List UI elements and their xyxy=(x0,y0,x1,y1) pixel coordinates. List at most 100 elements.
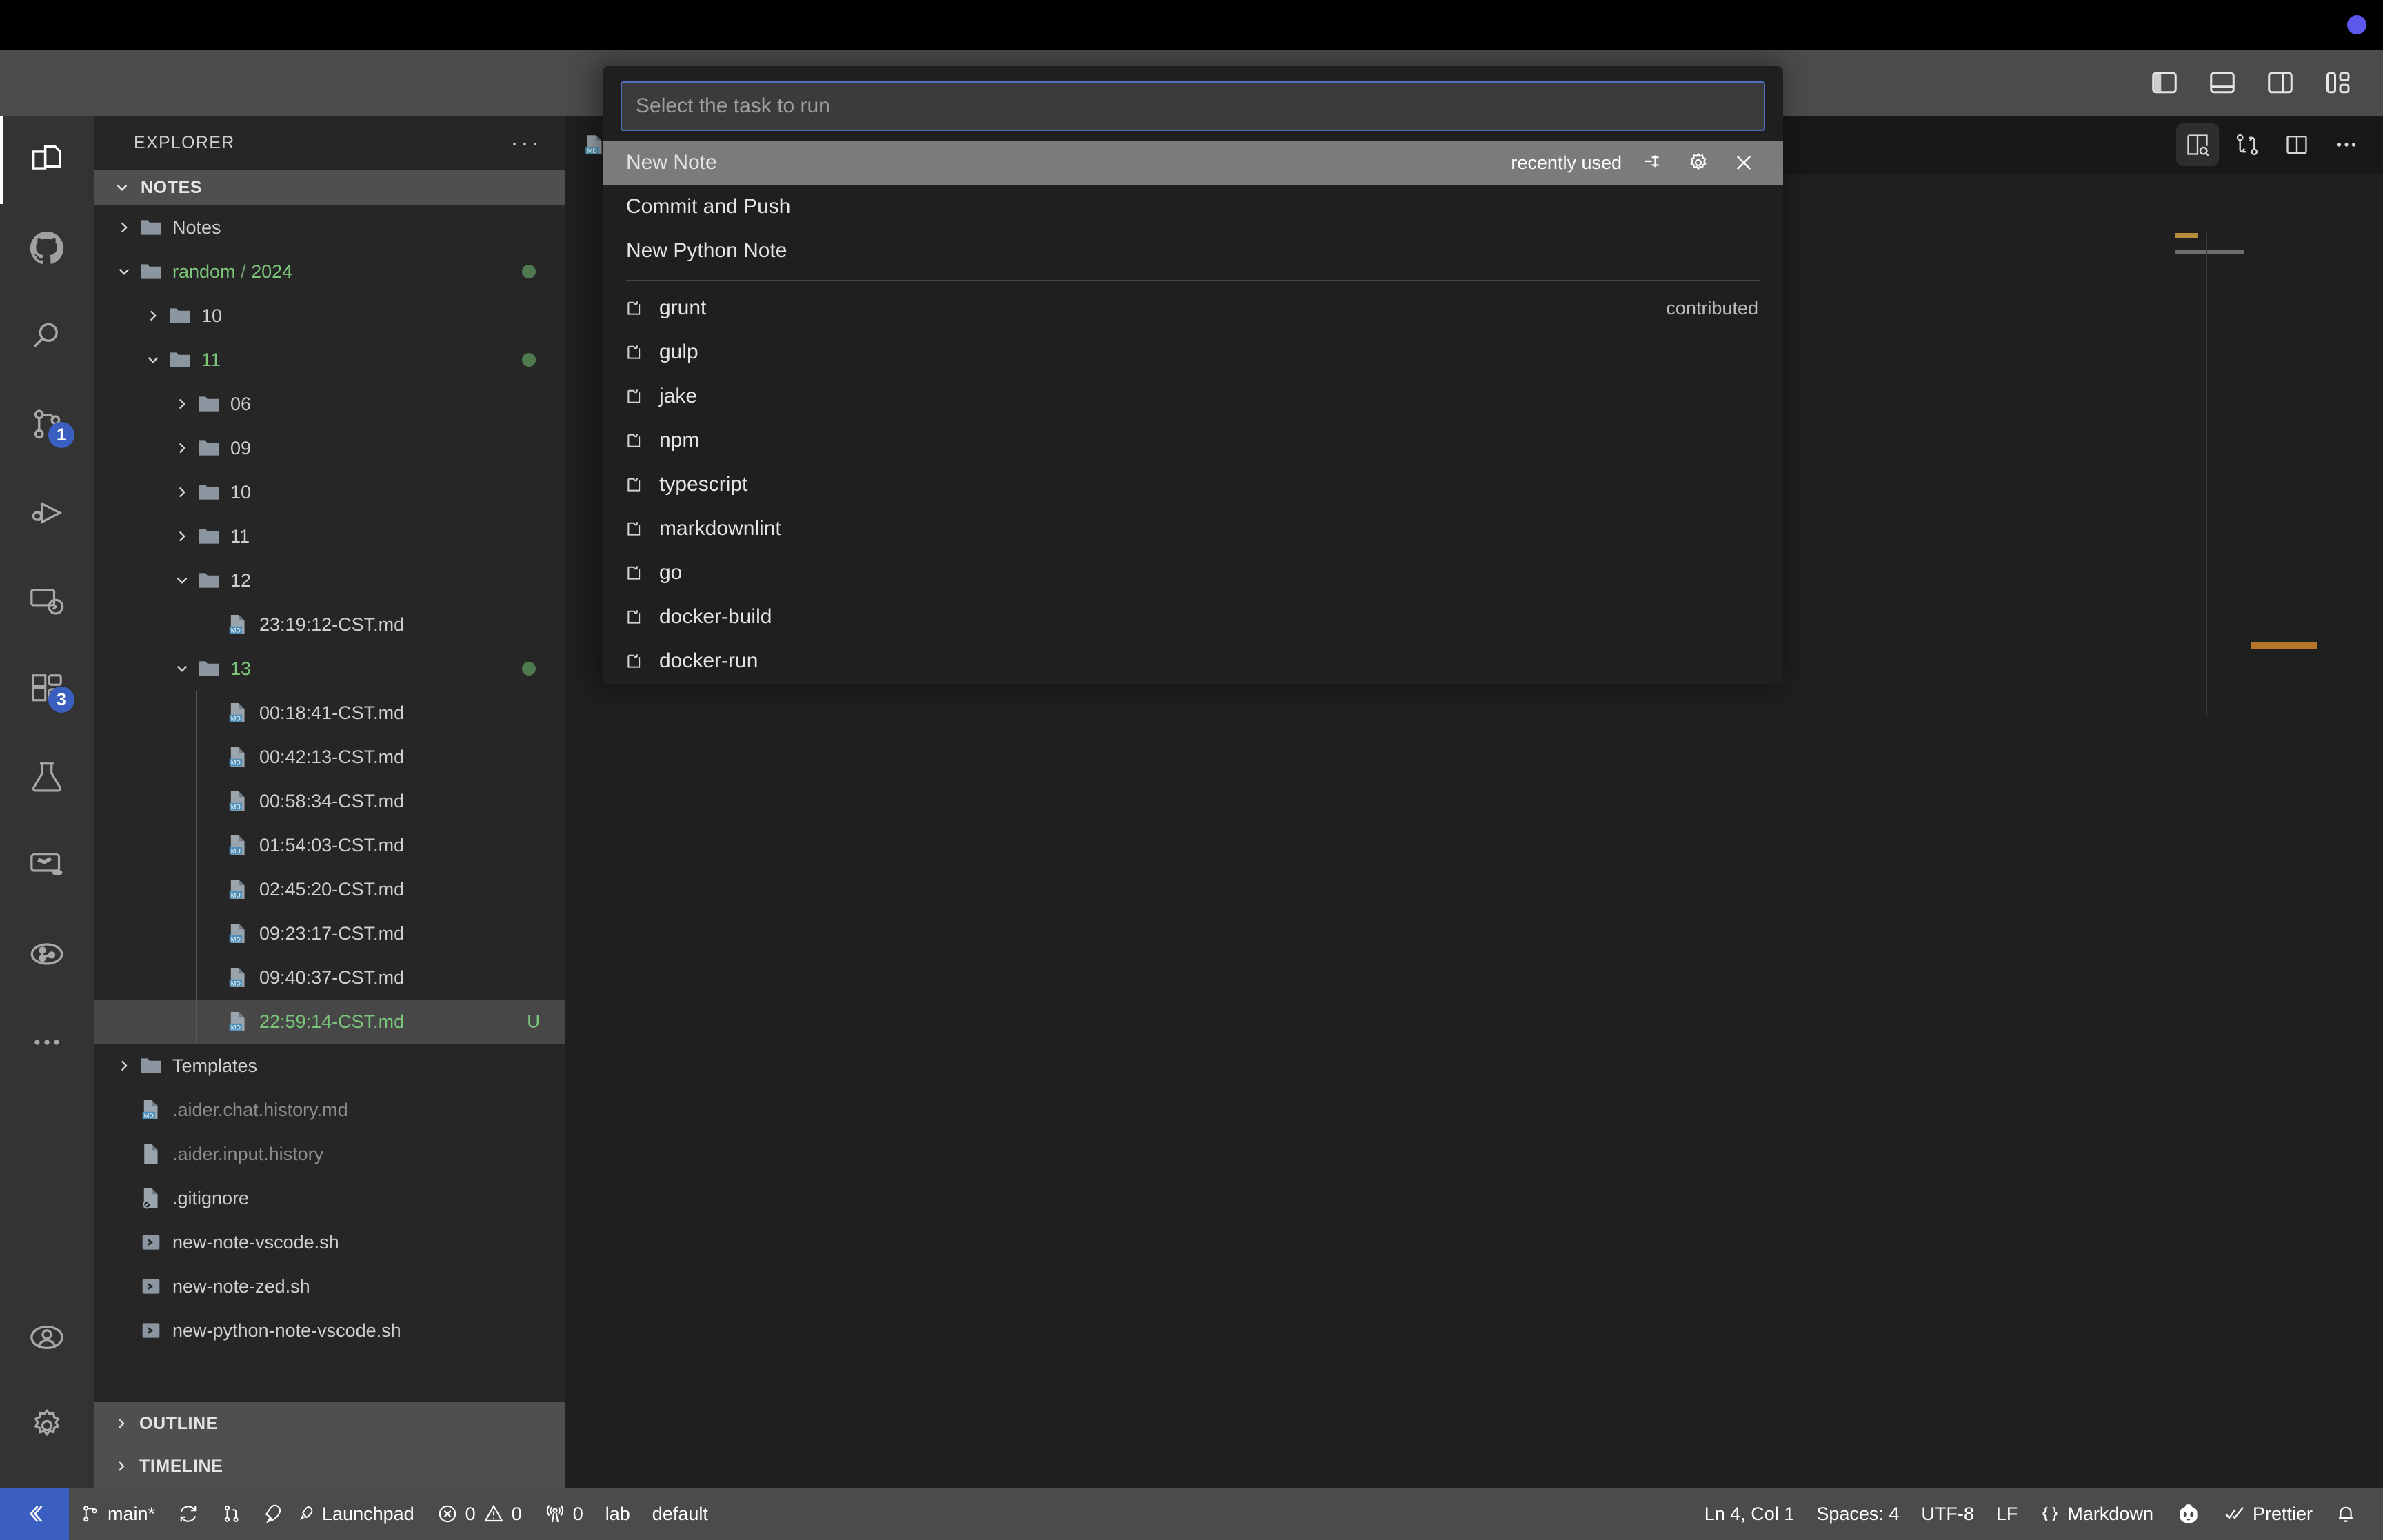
tree-twisty[interactable] xyxy=(167,439,197,457)
status-indentation[interactable]: Spaces: 4 xyxy=(1805,1488,1910,1540)
status-ports[interactable]: 0 xyxy=(533,1488,594,1540)
remote-window-icon[interactable] xyxy=(0,1488,69,1540)
sidebar-item-remote-explorer[interactable] xyxy=(0,557,94,645)
tree-file-row[interactable]: MD 01:54:03-CST.md xyxy=(94,823,565,867)
sidebar-item-search[interactable] xyxy=(0,292,94,381)
tree-file-row[interactable]: MD 00:42:13-CST.md xyxy=(94,735,565,779)
status-notifications[interactable] xyxy=(2324,1488,2368,1540)
sidebar-item-run-and-debug[interactable] xyxy=(0,469,94,557)
tree-file-row[interactable]: MD 09:23:17-CST.md xyxy=(94,911,565,955)
status-pull-request[interactable] xyxy=(210,1488,253,1540)
toggle-primary-sidebar-icon[interactable] xyxy=(2144,63,2184,103)
status-eol[interactable]: LF xyxy=(1985,1488,2029,1540)
status-copilot[interactable] xyxy=(2164,1488,2213,1540)
sidebar-item-explorer[interactable] xyxy=(0,116,94,204)
sidebar-more-actions-icon[interactable]: ··· xyxy=(510,130,541,155)
tree-folder-row[interactable]: 11 xyxy=(94,514,565,558)
quick-pick-item[interactable]: jake xyxy=(603,374,1783,418)
manage-settings-button[interactable] xyxy=(0,1381,94,1470)
status-lab[interactable]: lab xyxy=(594,1488,641,1540)
tree-file-row[interactable]: MD 22:59:14-CST.md U xyxy=(94,1000,565,1044)
tree-file-row[interactable]: new-python-note-vscode.sh xyxy=(94,1308,565,1352)
sidebar-item-timeline[interactable]: TIMELINE xyxy=(94,1445,565,1488)
quick-pick-item[interactable]: Commit and Push xyxy=(603,185,1783,229)
tree-file-row[interactable]: new-note-zed.sh xyxy=(94,1264,565,1308)
pin-icon[interactable] xyxy=(1638,148,1667,177)
status-problems[interactable]: 0 0 xyxy=(425,1488,533,1540)
tree-twisty[interactable] xyxy=(138,307,168,325)
gear-icon[interactable] xyxy=(1684,148,1713,177)
status-sync[interactable] xyxy=(166,1488,210,1540)
tree-folder-row[interactable]: 12 xyxy=(94,558,565,602)
tree-folder-row[interactable]: Notes xyxy=(94,205,565,250)
status-default[interactable]: default xyxy=(641,1488,719,1540)
tree-twisty[interactable] xyxy=(167,527,197,545)
tree-file-row[interactable]: MD 02:45:20-CST.md xyxy=(94,867,565,911)
tree-twisty[interactable] xyxy=(167,660,197,678)
compare-changes-icon[interactable] xyxy=(2226,123,2269,166)
sidebar-item-github[interactable] xyxy=(0,204,94,292)
quick-pick-item[interactable]: typescript xyxy=(603,463,1783,507)
quick-pick-item[interactable]: grunt contributed xyxy=(603,286,1783,330)
workspace-folder-header[interactable]: NOTES xyxy=(94,170,565,205)
split-editor-icon[interactable] xyxy=(2275,123,2318,166)
quick-pick-item[interactable]: npm xyxy=(603,418,1783,463)
toggle-panel-icon[interactable] xyxy=(2202,63,2242,103)
tree-file-row[interactable]: .aider.input.history xyxy=(94,1132,565,1176)
more-actions-icon[interactable] xyxy=(2325,123,2368,166)
quick-pick-item[interactable]: docker-build xyxy=(603,595,1783,639)
quick-pick-item[interactable]: go xyxy=(603,551,1783,595)
tree-twisty[interactable] xyxy=(167,483,197,501)
tree-file-row[interactable]: MD .aider.chat.history.md xyxy=(94,1088,565,1132)
status-encoding[interactable]: UTF-8 xyxy=(1910,1488,1985,1540)
tree-folder-row[interactable]: 10 xyxy=(94,470,565,514)
sidebar-item-testing[interactable] xyxy=(0,733,94,822)
close-icon[interactable] xyxy=(1729,148,1758,177)
tree-twisty[interactable] xyxy=(167,395,197,413)
sidebar-item-outline[interactable]: OUTLINE xyxy=(94,1402,565,1445)
tree-folder-row[interactable]: 13 xyxy=(94,647,565,691)
quick-pick-item[interactable]: docker-compose xyxy=(603,683,1783,684)
tree-file-row[interactable]: MD 00:58:34-CST.md xyxy=(94,779,565,823)
quick-pick-input[interactable] xyxy=(621,81,1765,131)
shell-script-icon xyxy=(142,1279,160,1294)
file-tree[interactable]: Notes random / 2024 10 11 06 09 10 11 12 MD 23:19:… xyxy=(94,205,565,1402)
status-prettier[interactable]: Prettier xyxy=(2213,1488,2324,1540)
quick-pick-item[interactable]: markdownlint xyxy=(603,507,1783,551)
tree-folder-row[interactable]: 06 xyxy=(94,382,565,426)
tree-file-row[interactable]: MD 09:40:37-CST.md xyxy=(94,955,565,1000)
customize-layout-icon[interactable] xyxy=(2318,63,2358,103)
quick-pick-list[interactable]: New Note recently used Commit and Push New … xyxy=(603,141,1783,684)
tree-twisty[interactable] xyxy=(109,219,139,236)
sidebar-item-source-control[interactable]: 1 xyxy=(0,381,94,469)
tree-twisty[interactable] xyxy=(167,571,197,589)
sidebar-item-extensions[interactable]: 3 xyxy=(0,645,94,733)
quick-pick-item[interactable]: gulp xyxy=(603,330,1783,374)
sidebar-item-jupyter[interactable] xyxy=(0,910,94,998)
tree-file-row[interactable]: MD 00:18:41-CST.md xyxy=(94,691,565,735)
minimap[interactable] xyxy=(2165,174,2317,1488)
tree-twisty[interactable] xyxy=(109,263,139,281)
status-cursor-position[interactable]: Ln 4, Col 1 xyxy=(1693,1488,1806,1540)
quick-pick-item[interactable]: New Note recently used xyxy=(603,141,1783,185)
toggle-secondary-sidebar-icon[interactable] xyxy=(2260,63,2300,103)
tree-folder-row[interactable]: 11 xyxy=(94,338,565,382)
tree-folder-row[interactable]: 09 xyxy=(94,426,565,470)
tree-folder-row[interactable]: 10 xyxy=(94,294,565,338)
sidebar-item-azure[interactable] xyxy=(0,822,94,910)
tree-file-row[interactable]: new-note-vscode.sh xyxy=(94,1220,565,1264)
tree-twisty[interactable] xyxy=(109,1057,139,1075)
sidebar-item-additional-views[interactable] xyxy=(0,998,94,1086)
status-launchpad[interactable]: Launchpad xyxy=(253,1488,425,1540)
status-language-mode[interactable]: Markdown xyxy=(2029,1488,2164,1540)
tree-file-row[interactable]: MD 23:19:12-CST.md xyxy=(94,602,565,647)
status-branch[interactable]: main* xyxy=(69,1488,166,1540)
tree-folder-row[interactable]: Templates xyxy=(94,1044,565,1088)
tree-file-row[interactable]: .gitignore xyxy=(94,1176,565,1220)
tree-twisty[interactable] xyxy=(138,351,168,369)
accounts-button[interactable] xyxy=(0,1293,94,1381)
quick-pick-item[interactable]: New Python Note xyxy=(603,229,1783,273)
tree-folder-row[interactable]: random / 2024 xyxy=(94,250,565,294)
quick-pick-item[interactable]: docker-run xyxy=(603,639,1783,683)
open-preview-to-the-side-icon[interactable] xyxy=(2176,123,2219,166)
